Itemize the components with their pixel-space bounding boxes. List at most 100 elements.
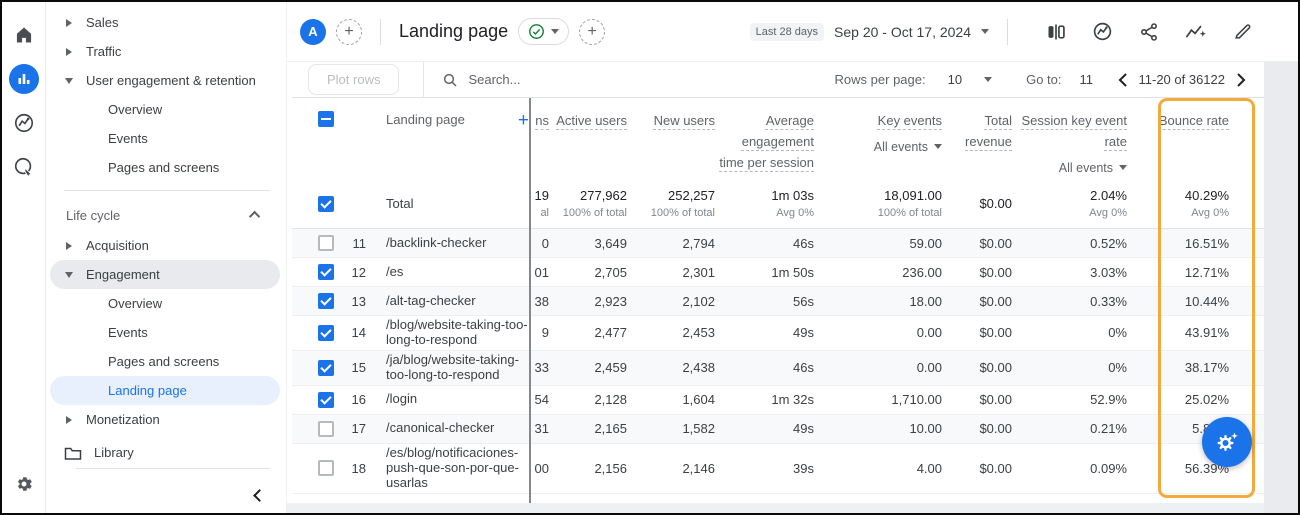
sidebar-item-pages-screens-engagement-retention[interactable]: Pages and screens xyxy=(46,153,286,182)
avatar[interactable]: A xyxy=(300,19,326,45)
landing-page-cell: /alt-tag-checker xyxy=(366,294,529,309)
column-header-avg-engagement[interactable]: Average engagement time per session xyxy=(719,113,814,170)
chevron-down-icon[interactable] xyxy=(984,77,992,82)
table-row[interactable]: 14 /blog/website-taking-too-long-to-resp… xyxy=(292,316,1264,351)
previous-page-button[interactable] xyxy=(1114,73,1131,87)
explore-icon[interactable] xyxy=(9,108,39,138)
share-icon[interactable] xyxy=(1139,22,1159,42)
sidebar-item-events-engagement[interactable]: Events xyxy=(46,318,286,347)
column-header-landing-page[interactable]: Landing page xyxy=(386,113,465,128)
row-checkbox[interactable] xyxy=(318,235,334,251)
total-revenue-cell: $0.00 xyxy=(942,265,1012,280)
check-circle-icon xyxy=(528,23,545,40)
sidebar-item-landing-page-selected[interactable]: Landing page xyxy=(50,376,280,405)
row-checkbox[interactable] xyxy=(318,421,334,437)
key-events-cell: 18.00 xyxy=(814,294,942,309)
landing-page-cell: /canonical-checker xyxy=(366,421,529,436)
row-checkbox[interactable] xyxy=(318,325,334,341)
insights-sparkle-icon[interactable] xyxy=(1185,22,1207,42)
session-rate-cell: 0% xyxy=(1012,360,1127,375)
column-header-active-users[interactable]: Active users xyxy=(556,113,627,128)
admin-settings-icon[interactable] xyxy=(9,469,39,499)
row-checkbox[interactable] xyxy=(318,264,334,280)
plot-rows-button[interactable]: Plot rows xyxy=(308,64,399,95)
table-row[interactable]: 15 /ja/blog/website-taking-too-long-to-r… xyxy=(292,351,1264,386)
session-rate-cell: 52.9% xyxy=(1012,392,1127,407)
sidebar-item-library[interactable]: Library xyxy=(46,438,286,467)
row-number: 12 xyxy=(340,265,366,280)
total-session-rate: 2.04% xyxy=(1012,188,1127,203)
row-checkbox[interactable] xyxy=(318,293,334,309)
scroll-gutter[interactable] xyxy=(1264,62,1300,513)
table-row[interactable]: 16 /login 54 2,128 1,604 1m 32s 1,710.00… xyxy=(292,386,1264,415)
chevron-down-icon[interactable] xyxy=(981,29,989,34)
sidebar-section-life-cycle[interactable]: Life cycle xyxy=(46,199,286,231)
table-row[interactable]: 13 /alt-tag-checker 38 2,923 2,102 56s 1… xyxy=(292,287,1264,316)
collapse-sidebar-button[interactable] xyxy=(255,488,264,503)
row-checkbox[interactable] xyxy=(318,392,334,408)
table-row[interactable]: 12 /es 01 2,705 2,301 1m 50s 236.00 $0.0… xyxy=(292,258,1264,287)
column-header-session-key-event-rate[interactable]: Session key event rate xyxy=(1021,113,1127,149)
next-page-button[interactable] xyxy=(1233,73,1250,87)
reports-icon[interactable] xyxy=(9,64,39,94)
table-row[interactable]: 17 /canonical-checker 31 2,165 1,582 49s… xyxy=(292,415,1264,444)
session-rate-cell: 0.21% xyxy=(1012,421,1127,436)
select-all-checkbox[interactable] xyxy=(318,111,334,127)
column-header-bounce-rate[interactable]: Bounce rate xyxy=(1159,113,1229,128)
home-icon[interactable] xyxy=(9,20,39,50)
landing-page-cell: /es/blog/notificaciones-push-que-son-por… xyxy=(366,446,529,491)
column-header-total-revenue[interactable]: Total revenue xyxy=(965,113,1012,149)
search-icon xyxy=(442,72,458,88)
sidebar-item-user-engagement-retention[interactable]: User engagement & retention xyxy=(46,66,286,95)
sidebar-item-label: Traffic xyxy=(86,44,121,59)
session-rate-filter[interactable]: All events xyxy=(1012,158,1127,178)
row-number: 13 xyxy=(340,294,366,309)
landing-page-cell: /login xyxy=(366,392,529,407)
sidebar-item-events-engagement-retention[interactable]: Events xyxy=(46,124,286,153)
key-events-filter[interactable]: All events xyxy=(814,137,942,157)
column-header-sessions-clipped[interactable]: ns xyxy=(535,113,549,128)
total-avg-engagement: 1m 03s xyxy=(715,188,814,203)
sidebar-item-engagement[interactable]: Engagement xyxy=(50,260,280,289)
sidebar-item-pages-screens-engagement[interactable]: Pages and screens xyxy=(46,347,286,376)
total-revenue-cell: $0.00 xyxy=(942,392,1012,407)
sidebar-item-monetization[interactable]: Monetization xyxy=(46,405,286,434)
sidebar-item-sales[interactable]: Sales xyxy=(46,8,286,37)
bottom-gutter xyxy=(287,503,1264,515)
add-dimension-icon[interactable]: + xyxy=(518,111,529,130)
row-checkbox[interactable] xyxy=(318,460,334,476)
analytics-assistant-fab[interactable] xyxy=(1202,417,1252,467)
comparison-icon[interactable] xyxy=(1046,22,1066,42)
date-range[interactable]: Sep 20 - Oct 17, 2024 xyxy=(834,24,971,40)
total-row-checkbox[interactable] xyxy=(318,196,334,212)
sidebar-item-overview-engagement-retention[interactable]: Overview xyxy=(46,95,286,124)
report-nav-sidebar: Sales Traffic User engagement & retentio… xyxy=(46,2,287,513)
advertising-icon[interactable] xyxy=(9,152,39,182)
data-quality-badge[interactable] xyxy=(518,18,569,45)
session-rate-cell: 0% xyxy=(1012,325,1127,340)
row-checkbox[interactable] xyxy=(318,360,334,376)
table-row[interactable]: 18 /es/blog/notificaciones-push-que-son-… xyxy=(292,444,1264,494)
add-report-tab-button[interactable]: + xyxy=(579,19,605,45)
edit-pencil-icon[interactable] xyxy=(1233,22,1252,41)
add-comparison-button[interactable]: + xyxy=(336,19,362,45)
rows-per-page-value[interactable]: 10 xyxy=(948,72,962,87)
new-users-cell: 2,301 xyxy=(627,265,715,280)
new-users-cell: 2,453 xyxy=(627,325,715,340)
active-users-cell: 2,459 xyxy=(549,360,627,375)
landing-page-table: Plot rows Rows per page: 10 Go to: 11-20… xyxy=(292,62,1264,494)
goto-page-input[interactable] xyxy=(1080,72,1106,87)
column-resize-divider[interactable] xyxy=(529,98,531,503)
column-header-key-events[interactable]: Key events xyxy=(878,113,942,128)
sidebar-item-overview-engagement[interactable]: Overview xyxy=(46,289,286,318)
table-row[interactable]: 11 /backlink-checker 0 3,649 2,794 46s 5… xyxy=(292,229,1264,258)
column-header-new-users[interactable]: New users xyxy=(654,113,715,128)
key-events-cell: 1,710.00 xyxy=(814,392,942,407)
search-input[interactable] xyxy=(468,72,688,87)
avg-engagement-cell: 39s xyxy=(715,461,814,476)
sidebar-item-acquisition[interactable]: Acquisition xyxy=(46,231,286,260)
insights-icon[interactable] xyxy=(1092,21,1113,42)
sidebar-item-traffic[interactable]: Traffic xyxy=(46,37,286,66)
sidebar-item-label: Events xyxy=(108,325,148,340)
avg-engagement-cell: 49s xyxy=(715,325,814,340)
